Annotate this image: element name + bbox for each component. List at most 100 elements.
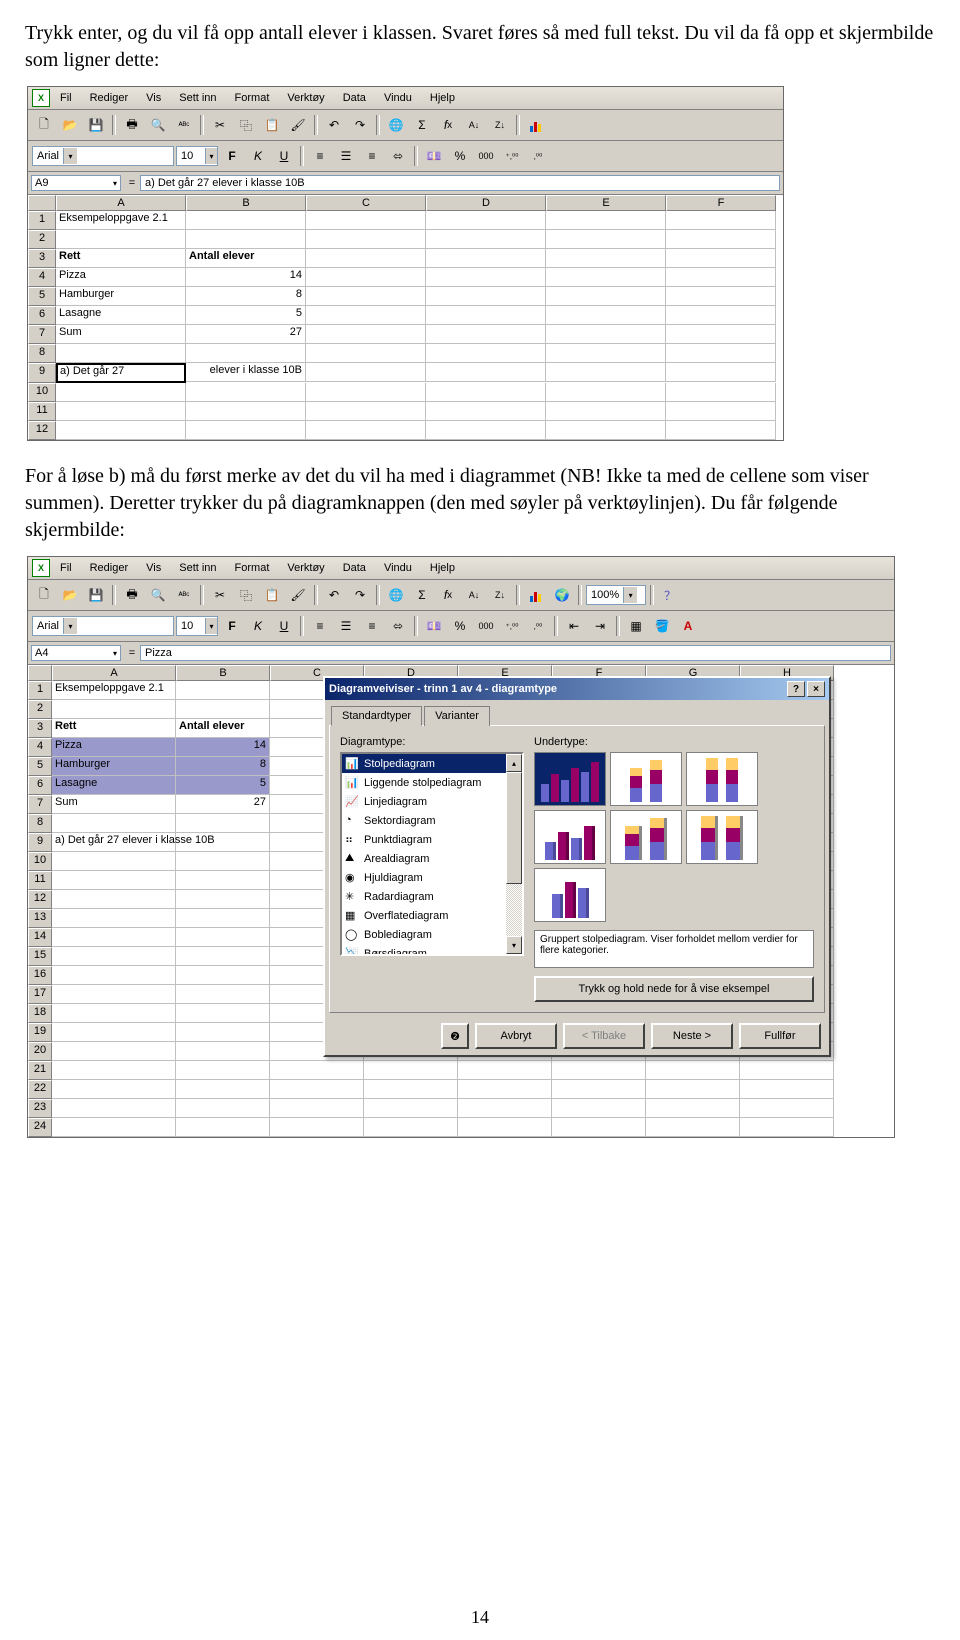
column-header[interactable]: E (546, 195, 666, 211)
row-header[interactable]: 21 (28, 1061, 52, 1080)
subtype-7-3d[interactable] (534, 868, 606, 922)
menu-vindu[interactable]: Vindu (376, 560, 420, 576)
cell[interactable] (646, 1061, 740, 1080)
dec-decimal-icon[interactable]: ,⁰⁰ (526, 614, 550, 638)
row-header[interactable]: 11 (28, 871, 52, 890)
dialog-close-icon[interactable]: × (807, 681, 825, 697)
cell[interactable] (666, 344, 776, 363)
chart-type-item[interactable]: ▦Overflatediagram (342, 906, 506, 925)
currency-icon[interactable]: 💷 (422, 144, 446, 168)
chart-type-item[interactable]: 📊Liggende stolpediagram (342, 773, 506, 792)
sort-desc-icon[interactable]: Z↓ (488, 113, 512, 137)
cell[interactable] (546, 268, 666, 287)
cell[interactable] (306, 268, 426, 287)
cell[interactable]: 5 (186, 306, 306, 325)
cell[interactable] (176, 928, 270, 947)
cell[interactable] (52, 1080, 176, 1099)
percent-icon[interactable]: % (448, 614, 472, 638)
listbox-scrollbar[interactable]: ▴ ▾ (506, 754, 522, 954)
chart-wizard-icon[interactable] (524, 583, 548, 607)
cell[interactable] (186, 421, 306, 440)
chart-type-item[interactable]: ◯Boblediagram (342, 925, 506, 944)
cell[interactable] (458, 1061, 552, 1080)
formula-input[interactable]: a) Det går 27 elever i klasse 10B (140, 175, 780, 191)
chart-type-item[interactable]: ◔Sektordiagram (342, 811, 506, 830)
column-header[interactable]: F (666, 195, 776, 211)
autosum-icon[interactable]: Σ (410, 113, 434, 137)
tab-varianter[interactable]: Varianter (424, 706, 490, 726)
cell[interactable] (306, 383, 426, 402)
font-combo[interactable]: Arial▾ (32, 146, 174, 166)
row-header[interactable]: 12 (28, 421, 56, 440)
cell[interactable] (52, 890, 176, 909)
cell[interactable] (458, 1080, 552, 1099)
cell[interactable] (176, 947, 270, 966)
paste-icon[interactable]: 📋 (260, 113, 284, 137)
cell[interactable] (306, 402, 426, 421)
scroll-up-icon[interactable]: ▴ (506, 754, 522, 772)
cell[interactable] (176, 871, 270, 890)
hyperlink-icon[interactable]: 🌐 (384, 583, 408, 607)
cell[interactable]: Sum (56, 325, 186, 344)
cell[interactable] (176, 890, 270, 909)
map-icon[interactable]: 🌍 (550, 583, 574, 607)
thousands-icon[interactable]: 000 (474, 144, 498, 168)
cell[interactable] (52, 1042, 176, 1061)
subtype-2-stacked[interactable] (610, 752, 682, 806)
menu-fil[interactable]: Fil (52, 560, 80, 576)
undo-icon[interactable]: ↶ (322, 583, 346, 607)
scroll-thumb[interactable] (506, 772, 522, 884)
italic-icon[interactable]: K (246, 614, 270, 638)
cell[interactable] (176, 1099, 270, 1118)
cell[interactable] (426, 268, 546, 287)
redo-icon[interactable]: ↷ (348, 113, 372, 137)
cell[interactable] (176, 852, 270, 871)
cell[interactable] (176, 681, 270, 700)
cell[interactable] (52, 871, 176, 890)
cell[interactable] (306, 344, 426, 363)
cell[interactable] (52, 1004, 176, 1023)
cell[interactable] (546, 421, 666, 440)
cell[interactable] (426, 287, 546, 306)
spell-icon[interactable]: ᴬᴮᶜ (172, 113, 196, 137)
row-header[interactable]: 10 (28, 383, 56, 402)
row-header[interactable]: 7 (28, 325, 56, 344)
row-header[interactable]: 6 (28, 776, 52, 795)
new-icon[interactable]: 🗋 (32, 113, 56, 137)
font-combo[interactable]: Arial▾ (32, 616, 174, 636)
cell[interactable] (176, 1042, 270, 1061)
cell[interactable] (646, 1118, 740, 1137)
fill-color-icon[interactable]: 🪣 (650, 614, 674, 638)
chart-wizard-icon[interactable] (524, 113, 548, 137)
cell[interactable] (306, 363, 426, 382)
column-header[interactable]: B (176, 665, 270, 681)
cell[interactable]: elever i klasse 10B (186, 363, 306, 382)
row-header[interactable]: 3 (28, 249, 56, 268)
row-header[interactable]: 5 (28, 757, 52, 776)
align-center-icon[interactable]: ☰ (334, 144, 358, 168)
cell[interactable] (306, 306, 426, 325)
name-box[interactable]: A9▾ (31, 175, 121, 191)
cell[interactable] (52, 1118, 176, 1137)
cell[interactable] (426, 325, 546, 344)
cell[interactable] (52, 814, 176, 833)
cell[interactable] (426, 230, 546, 249)
finish-button[interactable]: Fullfør (739, 1023, 821, 1049)
cell[interactable] (426, 363, 546, 382)
cell[interactable] (56, 383, 186, 402)
cell[interactable]: 5 (176, 776, 270, 795)
row-header[interactable]: 12 (28, 890, 52, 909)
cell[interactable] (666, 325, 776, 344)
cell[interactable] (56, 230, 186, 249)
row-header[interactable]: 5 (28, 287, 56, 306)
cell[interactable]: 27 (186, 325, 306, 344)
underline-icon[interactable]: U (272, 144, 296, 168)
dec-indent-icon[interactable]: ⇤ (562, 614, 586, 638)
cell[interactable] (552, 1099, 646, 1118)
cell[interactable] (270, 1080, 364, 1099)
cell[interactable] (364, 1061, 458, 1080)
menu-fil[interactable]: Fil (52, 90, 80, 106)
cell[interactable] (426, 211, 546, 230)
menu-data[interactable]: Data (335, 560, 374, 576)
cell[interactable] (666, 421, 776, 440)
